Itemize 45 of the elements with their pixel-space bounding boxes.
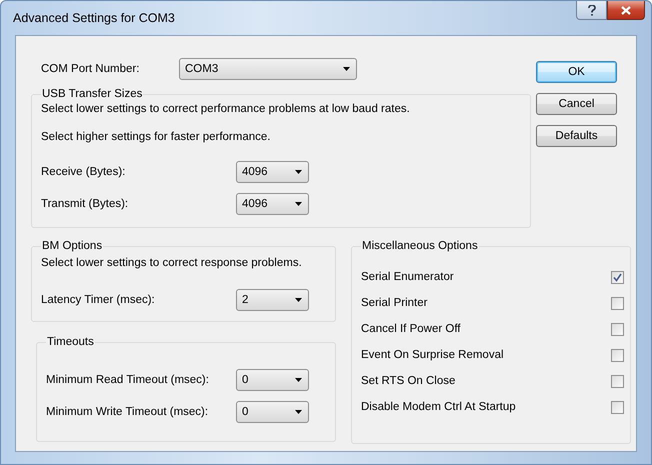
checkbox[interactable] bbox=[611, 296, 624, 310]
close-button[interactable] bbox=[607, 1, 645, 20]
checkbox[interactable] bbox=[611, 374, 624, 388]
caret-icon bbox=[343, 67, 350, 71]
option-label: Serial Enumerator bbox=[361, 271, 454, 283]
caret-icon bbox=[295, 410, 302, 414]
dialog-button[interactable]: Defaults bbox=[536, 125, 617, 147]
help-button[interactable] bbox=[576, 1, 607, 20]
hint-text: Select higher settings for faster performance. bbox=[41, 130, 272, 145]
option-label: Set RTS On Close bbox=[361, 375, 456, 387]
hint-text: Select lower settings to correct response problems. bbox=[41, 256, 303, 271]
window-title: Advanced Settings for COM3 bbox=[13, 11, 175, 25]
dropdown[interactable]: 0 bbox=[236, 369, 309, 391]
option-label: Event On Surprise Removal bbox=[361, 349, 504, 361]
dropdown[interactable]: 4096 bbox=[236, 161, 309, 183]
caret-icon bbox=[295, 298, 302, 302]
field-label: Latency Timer (msec): bbox=[41, 294, 156, 306]
field-label: COM Port Number: bbox=[41, 63, 140, 75]
dialog-button[interactable]: Cancel bbox=[536, 93, 617, 115]
checkbox[interactable] bbox=[611, 322, 624, 336]
dropdown[interactable]: 4096 bbox=[236, 193, 309, 215]
dropdown[interactable]: COM3 bbox=[179, 58, 357, 80]
field-label: Minimum Read Timeout (msec): bbox=[46, 374, 210, 386]
option-label: Disable Modem Ctrl At Startup bbox=[361, 401, 516, 413]
dropdown[interactable]: 2 bbox=[236, 289, 309, 311]
checkbox[interactable] bbox=[611, 400, 624, 414]
group-title: Timeouts bbox=[46, 336, 95, 348]
option-label: Cancel If Power Off bbox=[361, 323, 460, 335]
group-title: Miscellaneous Options bbox=[361, 240, 479, 252]
dialog-button[interactable]: OK bbox=[536, 61, 617, 83]
option-label: Serial Printer bbox=[361, 297, 428, 309]
caret-icon bbox=[295, 202, 302, 206]
hint-text: Select lower settings to correct performance problems at low baud rates. bbox=[41, 102, 411, 117]
checkbox[interactable] bbox=[611, 348, 624, 362]
field-label: Transmit (Bytes): bbox=[41, 198, 130, 210]
help-icon bbox=[588, 4, 596, 16]
field-label: Minimum Write Timeout (msec): bbox=[46, 406, 210, 418]
checkbox[interactable] bbox=[611, 270, 624, 284]
caret-icon bbox=[295, 170, 302, 174]
close-icon bbox=[621, 6, 631, 14]
caret-icon bbox=[295, 378, 302, 382]
dropdown[interactable]: 0 bbox=[236, 401, 309, 423]
field-label: Receive (Bytes): bbox=[41, 166, 126, 178]
group-title: BM Options bbox=[41, 240, 104, 252]
group-title: USB Transfer Sizes bbox=[41, 88, 144, 100]
